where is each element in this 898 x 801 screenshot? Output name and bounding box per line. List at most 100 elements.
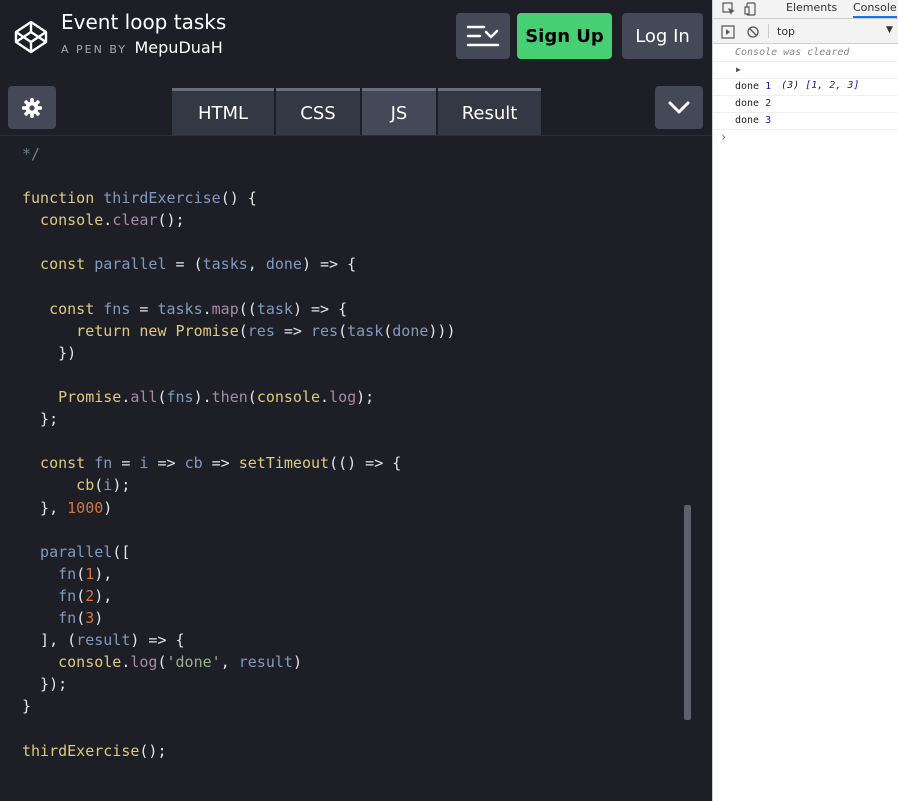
code-token: console [256,388,321,407]
code-line[interactable]: const fn = i => cb => setTimeout(() => { [22,452,456,474]
log-in-button[interactable]: Log In [622,13,703,59]
editor-scrollbar[interactable] [684,505,691,720]
collapse-button[interactable] [655,86,703,129]
code-line[interactable] [22,519,456,541]
code-line[interactable] [22,430,456,452]
code-token: tasks [157,299,203,318]
devtools-tab-console[interactable]: Console [853,0,897,18]
code-line[interactable]: fn(2), [22,585,456,607]
code-line[interactable]: fn(3) [22,607,456,629]
code-token: 1000 [67,498,104,517]
done-label: done [735,98,760,109]
change-view-button[interactable] [456,13,510,59]
gear-icon [22,97,42,118]
code-line[interactable]: return new Promise(res => res(task(done)… [22,320,456,342]
code-line[interactable]: fn(1), [22,563,456,585]
code-token: ( [383,321,393,340]
done-value: 3 [765,115,772,126]
code-token: console [22,653,122,672]
console-array-message[interactable]: ▶ (3) [1, 2, 3] [713,62,898,91]
code-token: result [238,653,293,672]
code-token: => [202,454,239,473]
code-line[interactable]: parallel([ [22,541,456,563]
pen-author-line: A PEN BY MepuDuaH [61,38,223,57]
chevron-down-icon [668,101,690,113]
code-token: (( [238,299,257,318]
code-token: (); [157,211,185,230]
code-token: cb [22,476,95,495]
tab-html[interactable]: HTML [172,88,274,135]
code-token: }; [22,410,59,429]
code-token: all [130,388,158,407]
code-token: ))) [428,321,456,340]
code-token: ( [157,388,167,407]
code-token: (() => { [329,454,402,473]
context-dropdown-icon[interactable]: ▼ [886,25,893,35]
console-log-line: done 3 [713,113,898,130]
show-sidebar-icon[interactable] [721,25,735,39]
code-token: res [311,321,339,340]
code-line[interactable] [22,165,456,187]
tab-css[interactable]: CSS [276,88,360,135]
sign-up-button[interactable]: Sign Up [517,13,612,59]
code-line[interactable]: }; [22,408,456,430]
code-token: ) [103,498,113,517]
inspect-element-icon[interactable] [722,2,736,16]
code-line[interactable] [22,231,456,253]
code-line[interactable]: }, 1000) [22,497,456,519]
code-line[interactable]: cb(i); [22,474,456,496]
code-token: => [148,454,185,473]
code-line[interactable]: ], (result) => { [22,629,456,651]
code-token: ( [76,564,86,583]
code-line[interactable] [22,276,456,298]
code-token: cb [184,454,203,473]
code-token: ( [76,608,86,627]
code-token: ([ [112,542,131,561]
context-selector[interactable]: top [777,25,795,38]
code-line[interactable]: const fns = tasks.map((task) => { [22,298,456,320]
code-line[interactable]: } [22,695,456,717]
code-token: ( [94,476,104,495]
console-log-line: done 2 [713,96,898,113]
code-token: 1 [85,564,95,583]
expand-triangle-icon[interactable]: ▶ [736,62,741,78]
code-token: = [130,299,158,318]
code-token: ) [94,608,104,627]
codepen-logo-icon[interactable] [12,18,50,56]
code-line[interactable]: Promise.all(fns).then(console.log); [22,386,456,408]
code-token: , [247,255,266,274]
device-toolbar-icon[interactable] [744,2,758,16]
console-prompt[interactable]: › [713,130,898,147]
code-token: ( [338,321,348,340]
tab-result[interactable]: Result [438,88,541,135]
tab-js[interactable]: JS [362,88,436,135]
code-token: fn [94,454,113,473]
code-line[interactable]: console.clear(); [22,209,456,231]
code-token: ); [356,388,375,407]
settings-button[interactable] [8,86,56,129]
js-code-editor[interactable]: */ function thirdExercise() { console.cl… [0,137,712,801]
code-token: . [103,211,113,230]
pen-title: Event loop tasks [61,10,227,34]
code-line[interactable]: console.log('done', result) [22,651,456,673]
devtools-tab-elements[interactable]: Elements [786,0,837,18]
code-line[interactable]: }); [22,673,456,695]
done-label: done [735,115,760,126]
code-content[interactable]: */ function thirdExercise() { console.cl… [22,143,456,762]
code-token: then [211,388,248,407]
pen-header: Event loop tasks A PEN BY MepuDuaH Sign … [0,0,712,76]
clear-console-icon[interactable] [746,25,760,39]
code-token: ), [94,564,113,583]
code-line[interactable]: */ [22,143,456,165]
code-line[interactable]: const parallel = (tasks, done) => { [22,253,456,275]
code-line[interactable] [22,364,456,386]
pen-author[interactable]: MepuDuaH [135,38,223,57]
code-line[interactable]: }) [22,342,456,364]
code-line[interactable]: thirdExercise(); [22,740,456,762]
code-line[interactable]: function thirdExercise() { [22,187,456,209]
code-line[interactable] [22,717,456,739]
done-value: 1 [765,81,772,92]
editor-tab-bar: HTML CSS JS Result [0,76,712,136]
layout-menu-icon [466,25,500,47]
devtools-tab-bar: Elements Console [713,0,898,19]
